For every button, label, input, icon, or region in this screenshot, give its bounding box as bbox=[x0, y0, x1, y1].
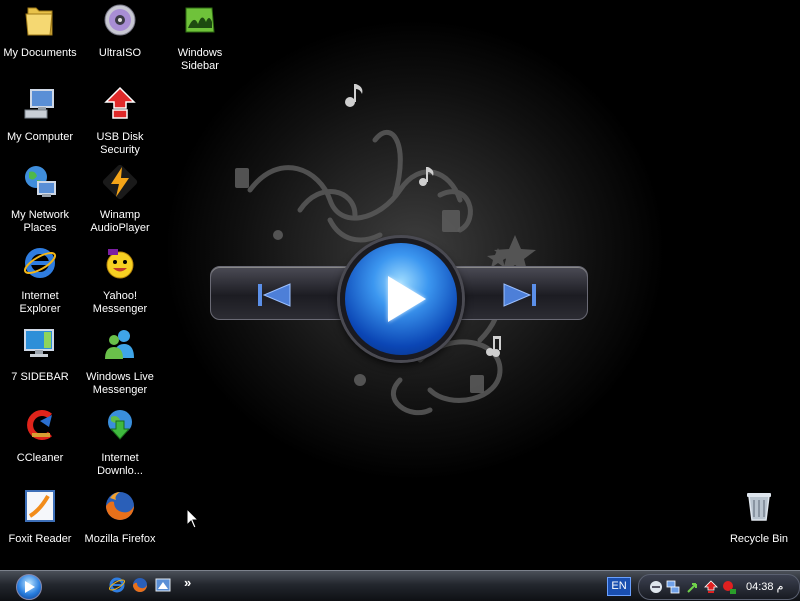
quicklaunch-internet-explorer-icon[interactable] bbox=[108, 576, 126, 594]
desktop-icon-usb-disk-security[interactable]: USB Disk Security bbox=[80, 86, 160, 157]
icon-label: USB Disk Security bbox=[96, 131, 144, 156]
language-indicator[interactable]: EN bbox=[607, 577, 631, 596]
sidebar-app-icon bbox=[24, 329, 54, 357]
desktop-icon-yahoo-messenger[interactable]: Yahoo! Messenger bbox=[80, 245, 160, 316]
desktop-icon-internet-explorer[interactable]: Internet Explorer bbox=[0, 245, 80, 316]
sidebar-gadget-icon bbox=[185, 7, 215, 33]
next-track-icon bbox=[503, 283, 536, 307]
tray-safely-remove-icon[interactable] bbox=[686, 580, 700, 594]
desktop-icon-ultraiso[interactable]: UltraISO bbox=[80, 2, 160, 60]
start-orb-icon bbox=[16, 574, 42, 600]
folder-icon bbox=[25, 7, 53, 36]
download-manager-icon bbox=[108, 410, 132, 440]
system-tray: 04:38 م bbox=[638, 574, 800, 600]
clock[interactable]: 04:38 م bbox=[746, 580, 783, 593]
desktop-icon-mozilla-firefox[interactable]: Mozilla Firefox bbox=[80, 488, 160, 546]
tray-antivirus-icon[interactable] bbox=[722, 580, 736, 594]
usb-security-icon bbox=[104, 86, 136, 119]
desktop-icon-my-documents[interactable]: My Documents bbox=[0, 2, 80, 60]
firefox-icon bbox=[106, 492, 134, 520]
desktop-icon-winamp[interactable]: Winamp AudioPlayer bbox=[80, 164, 160, 235]
icon-label: Windows Live Messenger bbox=[86, 371, 154, 396]
desktop-icon-recycle-bin[interactable]: Recycle Bin bbox=[719, 488, 799, 546]
desktop[interactable]: My Documents My Computer My Network Plac… bbox=[0, 0, 800, 570]
icon-label: My Computer bbox=[6, 131, 74, 143]
tray-status-icon[interactable] bbox=[649, 580, 663, 594]
previous-track-icon bbox=[258, 283, 291, 307]
icon-label: Mozilla Firefox bbox=[84, 533, 156, 545]
tray-network-icon[interactable] bbox=[666, 580, 680, 594]
desktop-icon-my-network-places[interactable]: My Network Places bbox=[0, 164, 80, 235]
icon-label: Recycle Bin bbox=[729, 533, 789, 545]
mouse-cursor-icon bbox=[186, 508, 200, 529]
icon-label: Internet Downlo... bbox=[97, 452, 143, 477]
desktop-icon-windows-live-messenger[interactable]: Windows Live Messenger bbox=[80, 326, 160, 397]
quicklaunch-more-button[interactable]: » bbox=[184, 575, 191, 590]
icon-label: Winamp AudioPlayer bbox=[90, 209, 150, 234]
winamp-bolt-icon bbox=[102, 164, 138, 200]
yahoo-smiley-icon bbox=[106, 249, 134, 279]
desktop-icon-foxit-reader[interactable]: Foxit Reader bbox=[0, 488, 80, 546]
icon-label: Foxit Reader bbox=[8, 533, 72, 545]
tray-usb-security-icon[interactable] bbox=[704, 580, 718, 594]
icon-label: Internet Explorer bbox=[19, 290, 61, 315]
messenger-buddies-icon bbox=[105, 330, 134, 359]
ccleaner-icon bbox=[27, 410, 52, 440]
play-icon bbox=[340, 238, 462, 360]
icon-label: Windows Sidebar bbox=[177, 47, 223, 72]
computer-icon bbox=[24, 89, 54, 119]
icon-label: Yahoo! Messenger bbox=[92, 290, 148, 315]
icon-label: My Documents bbox=[3, 47, 77, 59]
desktop-icon-ccleaner[interactable]: CCleaner bbox=[0, 407, 80, 465]
foxit-reader-icon bbox=[25, 490, 55, 522]
internet-explorer-icon bbox=[23, 248, 57, 278]
disc-icon bbox=[104, 4, 136, 36]
desktop-icon-windows-sidebar[interactable]: Windows Sidebar bbox=[160, 2, 240, 73]
quicklaunch-show-desktop-icon[interactable] bbox=[154, 576, 172, 594]
taskbar: » EN 04:38 م bbox=[0, 570, 800, 601]
recycle-bin-icon bbox=[747, 493, 771, 521]
icon-label: UltraISO bbox=[98, 47, 142, 59]
network-globe-icon bbox=[25, 166, 56, 197]
desktop-icon-my-computer[interactable]: My Computer bbox=[0, 86, 80, 144]
icon-label: CCleaner bbox=[16, 452, 64, 464]
icon-label: My Network Places bbox=[10, 209, 70, 234]
desktop-icon-7-sidebar[interactable]: 7 SIDEBAR bbox=[0, 326, 80, 384]
desktop-icon-internet-download-manager[interactable]: Internet Downlo... bbox=[80, 407, 160, 478]
icon-label: 7 SIDEBAR bbox=[11, 371, 69, 383]
quicklaunch-firefox-icon[interactable] bbox=[131, 576, 149, 594]
start-button[interactable] bbox=[4, 573, 84, 600]
